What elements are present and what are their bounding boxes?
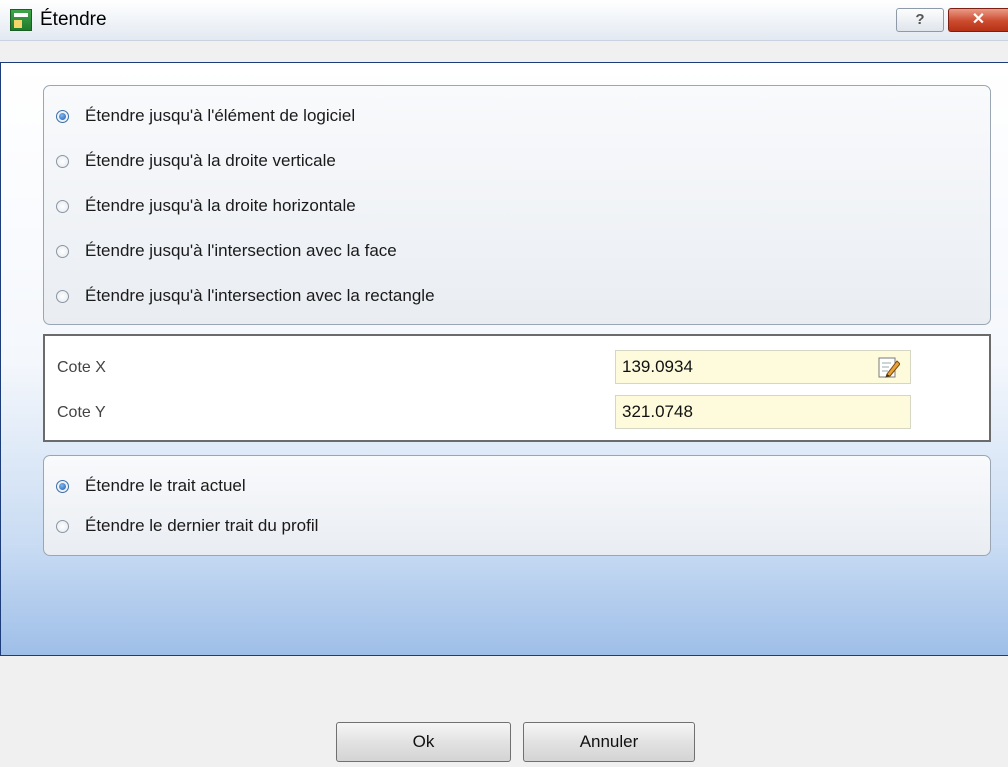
radio-icon[interactable] xyxy=(56,519,69,533)
cote-x-field[interactable]: 139.0934 xyxy=(615,350,911,384)
option-rectangle-intersection[interactable]: Étendre jusqu'à l'intersection avec la r… xyxy=(56,284,435,308)
title-bar: Étendre ? ✕ xyxy=(0,0,1008,41)
app-icon xyxy=(10,9,32,31)
option-label: Étendre le dernier trait du profil xyxy=(85,516,319,535)
ok-button[interactable]: Ok xyxy=(336,722,511,762)
option-label: Étendre jusqu'à la droite verticale xyxy=(85,151,336,170)
coordinates-box: Cote X 139.0934 Cote Y 321.0748 xyxy=(43,334,991,442)
option-label: Étendre jusqu'à l'intersection avec la r… xyxy=(85,286,435,305)
option-label: Étendre jusqu'à l'intersection avec la f… xyxy=(85,241,397,260)
cote-y-field[interactable]: 321.0748 xyxy=(615,395,911,429)
cancel-button[interactable]: Annuler xyxy=(523,722,695,762)
edit-pencil-icon[interactable] xyxy=(878,356,900,378)
stroke-group: Étendre le trait actuel Étendre le derni… xyxy=(43,455,991,556)
cote-y-value: 321.0748 xyxy=(622,402,693,421)
extend-to-group: Étendre jusqu'à l'élément de logiciel Ét… xyxy=(43,85,991,325)
option-face-intersection[interactable]: Étendre jusqu'à l'intersection avec la f… xyxy=(56,239,397,263)
option-software-element[interactable]: Étendre jusqu'à l'élément de logiciel xyxy=(56,104,355,128)
window-title: Étendre xyxy=(40,9,107,30)
radio-icon[interactable] xyxy=(56,154,69,168)
option-current-stroke[interactable]: Étendre le trait actuel xyxy=(56,474,246,498)
cote-y-label: Cote Y xyxy=(57,404,106,421)
radio-selected-icon[interactable] xyxy=(56,109,69,123)
radio-icon[interactable] xyxy=(56,199,69,213)
dialog-panel: Étendre jusqu'à l'élément de logiciel Ét… xyxy=(0,62,1008,656)
radio-icon[interactable] xyxy=(56,244,69,258)
option-horizontal-line[interactable]: Étendre jusqu'à la droite horizontale xyxy=(56,194,356,218)
cote-x-label: Cote X xyxy=(57,359,106,376)
radio-selected-icon[interactable] xyxy=(56,479,69,493)
option-label: Étendre jusqu'à l'élément de logiciel xyxy=(85,106,356,125)
close-button[interactable]: ✕ xyxy=(948,8,1008,32)
option-label: Étendre jusqu'à la droite horizontale xyxy=(85,196,356,215)
option-last-profile-stroke[interactable]: Étendre le dernier trait du profil xyxy=(56,514,318,538)
radio-icon[interactable] xyxy=(56,289,69,303)
help-button[interactable]: ? xyxy=(896,8,944,32)
option-vertical-line[interactable]: Étendre jusqu'à la droite verticale xyxy=(56,149,336,173)
cote-x-value: 139.0934 xyxy=(622,357,693,376)
option-label: Étendre le trait actuel xyxy=(85,476,246,495)
